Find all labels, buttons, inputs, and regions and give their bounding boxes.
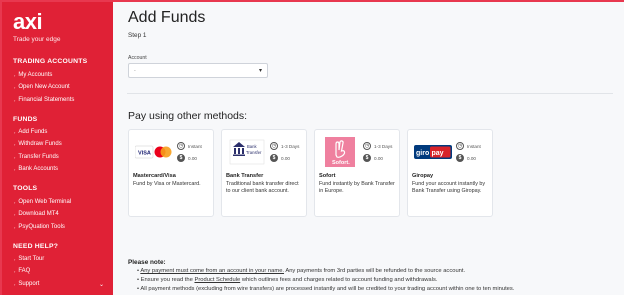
section-trading-accounts: TRADING ACCOUNTS	[13, 58, 88, 65]
method-desc: Fund your account instantly by Bank Tran…	[412, 181, 486, 195]
visa-mastercard-logo: VISA	[133, 135, 174, 168]
section-funds: FUNDS	[13, 116, 38, 123]
sidebar-item-add-funds[interactable]: › Add Funds	[14, 129, 47, 135]
sidebar-item-faq[interactable]: › FAQ	[14, 268, 30, 274]
bullet-icon: ›	[14, 97, 16, 103]
clock-icon: ◷	[177, 142, 185, 150]
dollar-icon: $	[456, 154, 464, 162]
svg-text:Transfer: Transfer	[246, 150, 262, 155]
bullet-icon: ›	[14, 281, 16, 287]
divider	[127, 93, 613, 94]
method-meta: ◷ Instant $0.00	[177, 142, 202, 162]
bullet-icon: ›	[14, 141, 16, 147]
dollar-icon: $	[177, 154, 185, 162]
account-select-value: -	[134, 68, 136, 74]
method-desc: Traditional bank transfer direct to our …	[226, 181, 299, 195]
svg-text:pay: pay	[431, 149, 443, 156]
sidebar-item-bank-accounts[interactable]: › Bank Accounts	[14, 166, 58, 172]
account-select[interactable]: - ▾	[128, 63, 268, 78]
svg-text:Sofort.: Sofort.	[332, 160, 350, 166]
bank-transfer-logo: Bank Transfer	[226, 135, 267, 168]
method-meta: ◷ 1-3 Days $0.00	[270, 142, 300, 162]
sidebar-item-financial-statements[interactable]: › Financial Statements	[14, 97, 74, 103]
method-meta: ◷ Instant $0.00	[456, 142, 481, 162]
bullet-icon: ›	[14, 268, 16, 274]
clock-icon: ◷	[270, 142, 278, 150]
sofort-logo: Sofort.	[319, 135, 360, 168]
bullet-icon: ›	[14, 72, 16, 78]
step-label: Step 1	[128, 32, 147, 39]
method-desc: Fund instantly by Bank Transfer in Europ…	[319, 181, 395, 195]
method-meta: ◷ 1-3 Days $0.00	[363, 142, 393, 162]
sidebar-item-transfer-funds[interactable]: › Transfer Funds	[14, 154, 59, 160]
method-name: Giropay	[412, 173, 434, 179]
dropdown-arrow-icon: ▾	[258, 68, 262, 74]
svg-text:giro: giro	[416, 149, 429, 156]
bullet-icon: ›	[14, 84, 16, 90]
bullet-icon: ›	[14, 129, 16, 135]
bullet-icon: ›	[14, 154, 16, 160]
clock-icon: ◷	[363, 142, 371, 150]
method-name: Bank Transfer	[226, 173, 264, 179]
payment-card-sofort[interactable]: Sofort. ◷ 1-3 Days $0.00 Sofort Fund inst…	[314, 129, 400, 217]
sidebar-item-start-tour[interactable]: › Start Tour	[14, 256, 44, 262]
sidebar-item-open-web-terminal[interactable]: › Open Web Terminal	[14, 199, 71, 205]
giropay-logo: giro pay	[412, 135, 453, 168]
section-tools: TOOLS	[13, 185, 38, 192]
sidebar: axi Trade your edge TRADING ACCOUNTS › My…	[2, 2, 113, 295]
payment-card-giropay[interactable]: giro pay ◷ Instant $0.00 Giropay Fund you…	[407, 129, 493, 217]
method-desc: Fund by Visa or Mastercard.	[133, 181, 201, 187]
account-label: Account	[128, 55, 147, 61]
note-list: • Any payment must come from an account …	[137, 268, 514, 295]
bullet-icon: ›	[14, 166, 16, 172]
main-content: Add Funds Step 1 Account - ▾ Pay using o…	[113, 2, 624, 295]
svg-text:VISA: VISA	[138, 150, 151, 156]
sidebar-item-download-mt4[interactable]: › Download MT4	[14, 211, 59, 217]
tagline: Trade your edge	[13, 36, 61, 43]
chevron-down-icon[interactable]: ⌄	[99, 281, 104, 288]
note-item: • Any payment must come from an account …	[137, 268, 466, 274]
sidebar-item-open-new-account[interactable]: › Open New Account	[14, 84, 70, 90]
sidebar-item-psyquation-tools[interactable]: › PsyQuation Tools	[14, 224, 65, 230]
bullet-icon: ›	[14, 211, 16, 217]
section-need-help: NEED HELP?	[13, 243, 59, 250]
bullet-icon: ›	[14, 199, 16, 205]
method-name: Sofort	[319, 173, 336, 179]
clock-icon: ◷	[456, 142, 464, 150]
note-title: Please note:	[128, 259, 166, 266]
payment-card-bank-transfer[interactable]: Bank Transfer ◷ 1-3 Days $0.00 Bank Trans…	[221, 129, 307, 217]
bullet-icon: ›	[14, 224, 16, 230]
bullet-icon: ›	[14, 256, 16, 262]
svg-text:Bank: Bank	[247, 144, 257, 149]
dollar-icon: $	[270, 154, 278, 162]
product-schedule-link[interactable]: Product Schedule	[194, 277, 240, 283]
sidebar-item-support[interactable]: › Support	[14, 281, 39, 287]
payment-card-mastercard-visa[interactable]: VISA ◷ Instant $0.00 Mastercard/Visa Fund…	[128, 129, 214, 217]
method-name: Mastercard/Visa	[133, 173, 176, 179]
dollar-icon: $	[363, 154, 371, 162]
page-title: Add Funds	[128, 9, 206, 26]
pay-methods-title: Pay using other methods:	[128, 110, 248, 122]
note-item: • All payment methods (excluding from wi…	[137, 286, 515, 292]
sidebar-item-withdraw-funds[interactable]: › Withdraw Funds	[14, 141, 62, 147]
sidebar-item-my-accounts[interactable]: › My Accounts	[14, 72, 52, 78]
axi-logo[interactable]: axi	[13, 9, 43, 35]
note-item: • Ensure you read the Product Schedule w…	[137, 277, 438, 283]
